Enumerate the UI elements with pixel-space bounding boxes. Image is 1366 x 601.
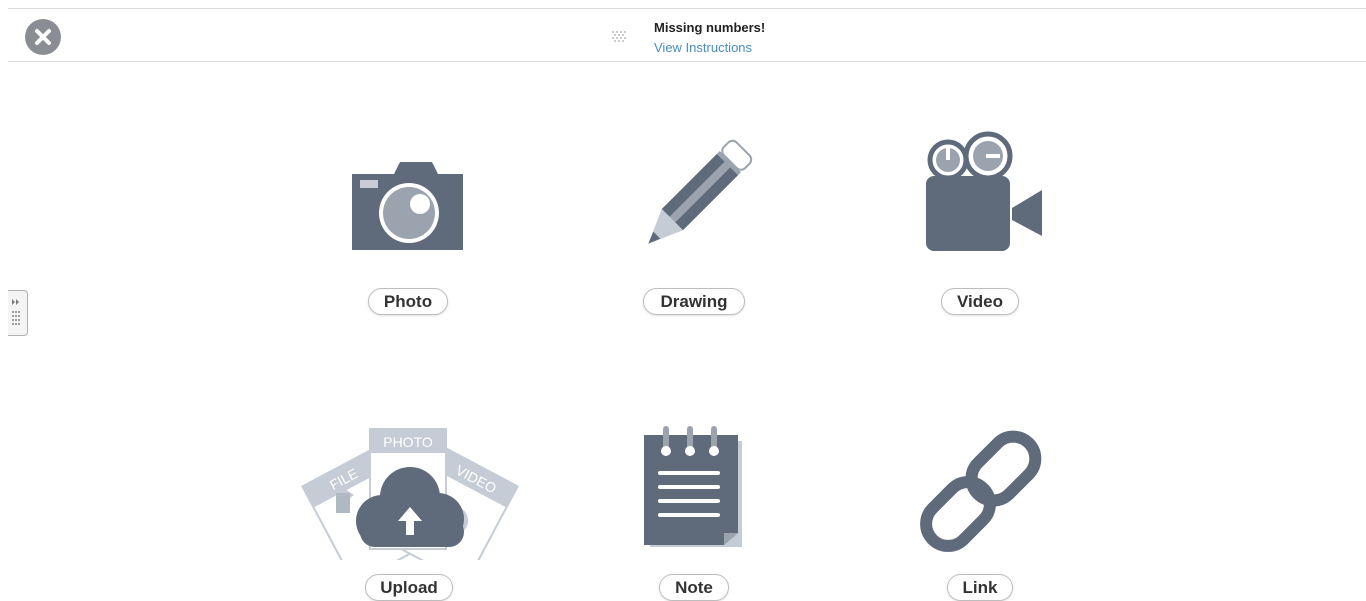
view-instructions-link[interactable]: View Instructions: [654, 40, 752, 55]
close-button[interactable]: [25, 19, 61, 55]
tool-link[interactable]: Link: [910, 420, 1050, 601]
video-camera-icon: [926, 131, 1042, 251]
tool-drawing-label[interactable]: Drawing: [643, 288, 745, 315]
tool-note[interactable]: Note: [630, 425, 760, 601]
tool-photo[interactable]: Photo: [340, 150, 480, 320]
chain-link-icon: [920, 430, 1042, 552]
tool-upload[interactable]: FILE VIDEO PHOTO Upload: [290, 425, 530, 601]
tool-drawing[interactable]: Drawing: [630, 135, 760, 320]
tool-video[interactable]: Video: [910, 130, 1050, 320]
tool-photo-label[interactable]: Photo: [368, 288, 448, 315]
pencil-icon: [648, 139, 753, 244]
cloud-upload-icon: FILE VIDEO PHOTO: [301, 428, 519, 560]
tool-upload-label[interactable]: Upload: [365, 574, 453, 601]
drag-handle-icon[interactable]: [610, 29, 628, 45]
expand-panel-icon: [12, 299, 20, 325]
upload-card-photo-text: PHOTO: [383, 434, 433, 450]
close-icon: [35, 29, 51, 45]
notepad-icon: [644, 426, 742, 547]
tool-video-label[interactable]: Video: [941, 288, 1019, 315]
side-panel-tab[interactable]: [8, 290, 28, 336]
tool-note-label[interactable]: Note: [659, 574, 729, 601]
tool-link-label[interactable]: Link: [947, 574, 1013, 601]
assignment-title: Missing numbers!: [654, 20, 766, 35]
camera-icon: [352, 162, 463, 250]
top-bar: Missing numbers! View Instructions: [8, 8, 1366, 62]
